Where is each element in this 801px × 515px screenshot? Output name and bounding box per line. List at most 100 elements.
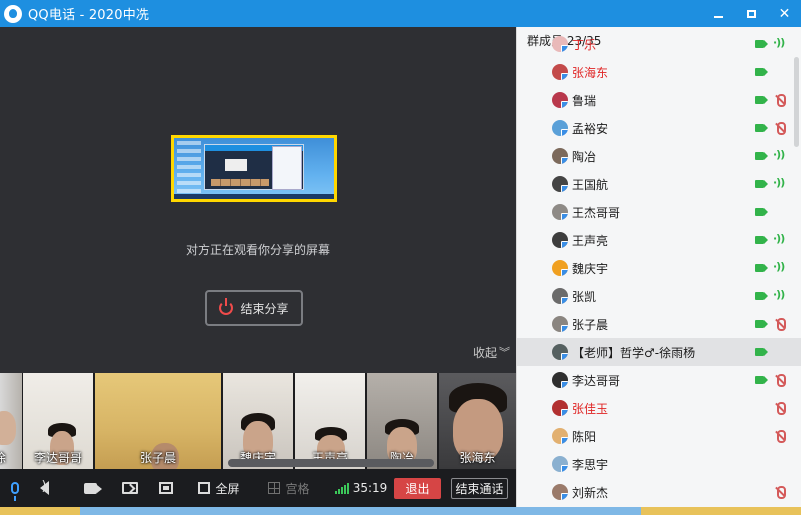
window-title: QQ电话 - 2020中冼 (28, 8, 150, 23)
end-share-label: 结束分享 (240, 301, 289, 316)
device-badge-icon (561, 241, 568, 248)
mic-muted-icon (773, 485, 787, 499)
collapse-button[interactable]: 收起 ︾ (473, 344, 510, 361)
call-timer: 35:19 (352, 481, 388, 495)
avatar (552, 204, 568, 220)
member-item[interactable]: 张凯 (517, 282, 801, 310)
member-item[interactable]: 李达哥哥 (517, 366, 801, 394)
minimize-button[interactable] (702, 0, 735, 27)
window-controls: ✕ (702, 0, 801, 27)
thumbnail-member-list (272, 146, 302, 190)
avatar (552, 344, 568, 360)
avatar (552, 288, 568, 304)
video-on-icon (755, 96, 768, 104)
camera-icon (83, 482, 102, 494)
member-item[interactable]: 李思宇 (517, 450, 801, 478)
member-item[interactable]: 丁乐 (517, 30, 801, 58)
member-item[interactable]: 张佳玉 (517, 394, 801, 422)
fullscreen-label: 全屏 (215, 481, 240, 496)
member-item[interactable]: 【老师】哲学♂-徐雨杨 (517, 338, 801, 366)
member-item[interactable]: 王杰哥哥 (517, 198, 801, 226)
member-item[interactable]: 鲁瑞 (517, 86, 801, 114)
member-item[interactable]: 陈阳 (517, 422, 801, 450)
speaker-icon (39, 479, 49, 495)
end-call-button[interactable]: 结束通话 (451, 478, 508, 499)
grid-label: 宫格 (285, 481, 310, 496)
maximize-button[interactable] (735, 0, 768, 27)
collapse-label: 收起 (472, 346, 497, 360)
presentation-icon (159, 482, 173, 494)
screen-share-button[interactable] (120, 469, 140, 507)
member-item[interactable]: 刘新杰 (517, 478, 801, 506)
video-tile[interactable]: 王声亮 (295, 373, 365, 469)
device-badge-icon (561, 325, 568, 332)
demo-share-button[interactable] (156, 469, 176, 507)
device-badge-icon (561, 213, 568, 220)
close-button[interactable]: ✕ (768, 0, 801, 27)
mic-muted-icon (773, 373, 787, 387)
video-tile[interactable]: 张子晨 (95, 373, 221, 469)
avatar (552, 176, 568, 192)
microphone-button[interactable] (6, 469, 24, 507)
audio-on-icon (773, 288, 787, 303)
device-badge-icon (561, 353, 568, 360)
grid-icon (268, 482, 281, 494)
speaker-button[interactable] (34, 469, 54, 507)
avatar (552, 428, 568, 444)
member-list-scrollbar[interactable] (794, 57, 799, 147)
video-strip-scrollbar[interactable] (228, 459, 434, 467)
video-on-icon (755, 292, 768, 300)
double-chevron-down-icon: ︾ (499, 345, 510, 359)
video-on-icon (755, 208, 768, 216)
fullscreen-button[interactable]: 全屏 (196, 469, 242, 507)
screen-share-icon (122, 482, 138, 494)
end-share-button[interactable]: 结束分享 (205, 290, 303, 326)
avatar (552, 148, 568, 164)
member-name: 李思宇 (572, 458, 609, 472)
grid-view-button[interactable]: 宫格 (266, 469, 312, 507)
member-item[interactable]: 张子晨 (517, 310, 801, 338)
member-name: 张佳玉 (572, 402, 609, 416)
signal-strength-icon (334, 482, 349, 494)
mic-muted-icon (773, 93, 787, 107)
mic-muted-icon (773, 401, 787, 415)
thumbnail-window-content (225, 159, 247, 171)
video-tile[interactable]: 张海东 (439, 373, 516, 469)
member-item[interactable]: 魏庆宇 (517, 254, 801, 282)
video-on-icon (755, 376, 768, 384)
quit-button[interactable]: 退出 (394, 478, 441, 499)
audio-on-icon (773, 260, 787, 275)
device-badge-icon (561, 73, 568, 80)
camera-button[interactable] (80, 469, 102, 507)
member-list: 丁乐张海东鲁瑞孟裕安陶冶王国航王杰哥哥王声亮魏庆宇张凯张子晨【老师】哲学♂-徐雨… (517, 36, 801, 506)
member-item[interactable]: 孟裕安 (517, 114, 801, 142)
video-tile[interactable]: 陶冶 (367, 373, 437, 469)
audio-on-icon (773, 148, 787, 163)
audio-on-icon (773, 232, 787, 247)
share-stage: 对方正在观看你分享的屏幕 结束分享 收起 ︾ (0, 27, 516, 373)
avatar (552, 120, 568, 136)
device-badge-icon (561, 269, 568, 276)
video-tile-name: 张子晨 (139, 451, 176, 465)
avatar (552, 484, 568, 500)
member-item[interactable]: 王声亮 (517, 226, 801, 254)
avatar (552, 316, 568, 332)
video-tile[interactable]: 徐 (0, 373, 22, 469)
device-badge-icon (561, 381, 568, 388)
audio-on-icon (773, 176, 787, 191)
member-name: 张子晨 (572, 318, 609, 332)
video-tile[interactable]: 李达哥哥 (23, 373, 93, 469)
member-name: 孟裕安 (572, 122, 609, 136)
member-item[interactable]: 张海东 (517, 58, 801, 86)
video-on-icon (755, 236, 768, 244)
member-name: 王杰哥哥 (572, 206, 621, 220)
device-badge-icon (561, 101, 568, 108)
video-tile[interactable]: 魏庆宇 (223, 373, 293, 469)
device-badge-icon (561, 297, 568, 304)
member-item[interactable]: 王国航 (517, 170, 801, 198)
device-badge-icon (561, 493, 568, 500)
mic-muted-icon (773, 121, 787, 135)
maximize-icon (747, 9, 756, 18)
video-tile-name: 徐 (0, 451, 7, 465)
member-item[interactable]: 陶冶 (517, 142, 801, 170)
